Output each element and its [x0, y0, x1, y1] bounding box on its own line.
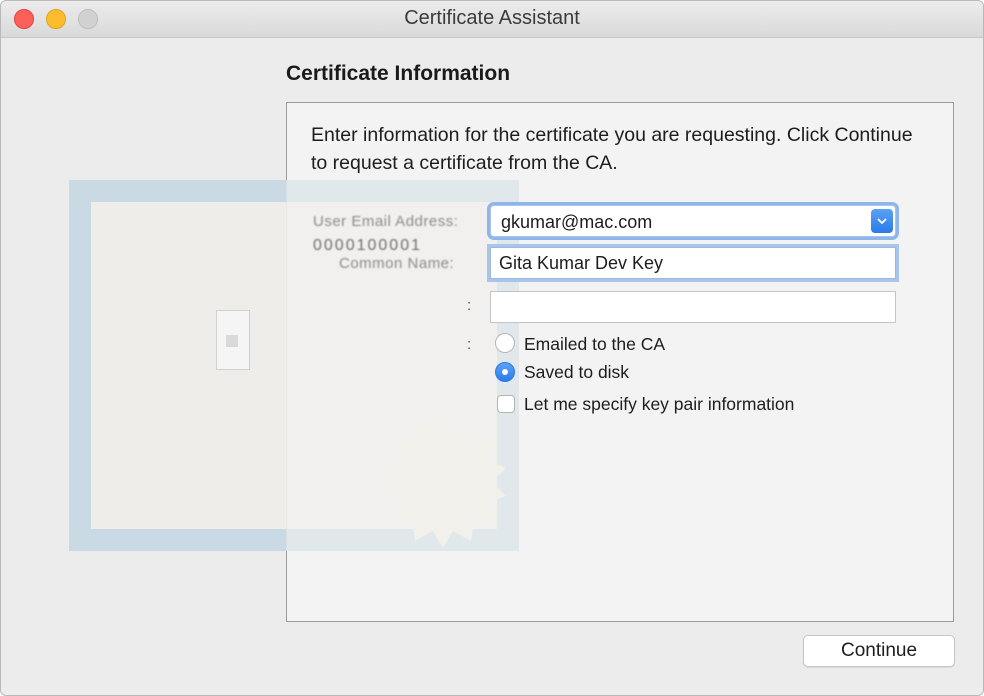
certificate-tag-icon — [216, 310, 250, 370]
certificate-serial-text: 0000100001 — [313, 237, 422, 254]
saved-to-disk-radio[interactable] — [495, 362, 515, 382]
specify-key-pair-label: Let me specify key pair information — [524, 394, 795, 414]
emailed-to-ca-label: Emailed to the CA — [524, 334, 666, 354]
emailed-to-ca-radio[interactable] — [495, 333, 515, 353]
certificate-illustration — [69, 180, 519, 551]
ca-email-input[interactable] — [490, 291, 896, 323]
email-select[interactable]: gkumar@mac.com — [490, 205, 896, 237]
common-name-input[interactable] — [490, 247, 896, 279]
continue-button[interactable]: Continue — [803, 635, 955, 667]
intro-text: Enter information for the certificate yo… — [311, 124, 913, 174]
email-select-value: gkumar@mac.com — [501, 212, 653, 232]
name-field-label: Common Name: — [339, 255, 455, 272]
ca-email-field-label: : — [467, 297, 472, 314]
title-bar: Certificate Assistant — [1, 1, 983, 38]
saved-to-disk-label: Saved to disk — [524, 362, 630, 382]
chevron-down-icon[interactable] — [871, 209, 893, 233]
specify-key-pair-checkbox[interactable] — [497, 395, 515, 413]
window-title: Certificate Assistant — [404, 7, 580, 29]
email-field-label: User Email Address: — [313, 213, 459, 230]
certificate-assistant-window: Certificate Assistant Certificate Inform… — [0, 0, 984, 696]
section-title: Certificate Information — [286, 62, 511, 85]
request-field-label: : — [467, 336, 472, 353]
certificate-overlay — [286, 180, 519, 551]
